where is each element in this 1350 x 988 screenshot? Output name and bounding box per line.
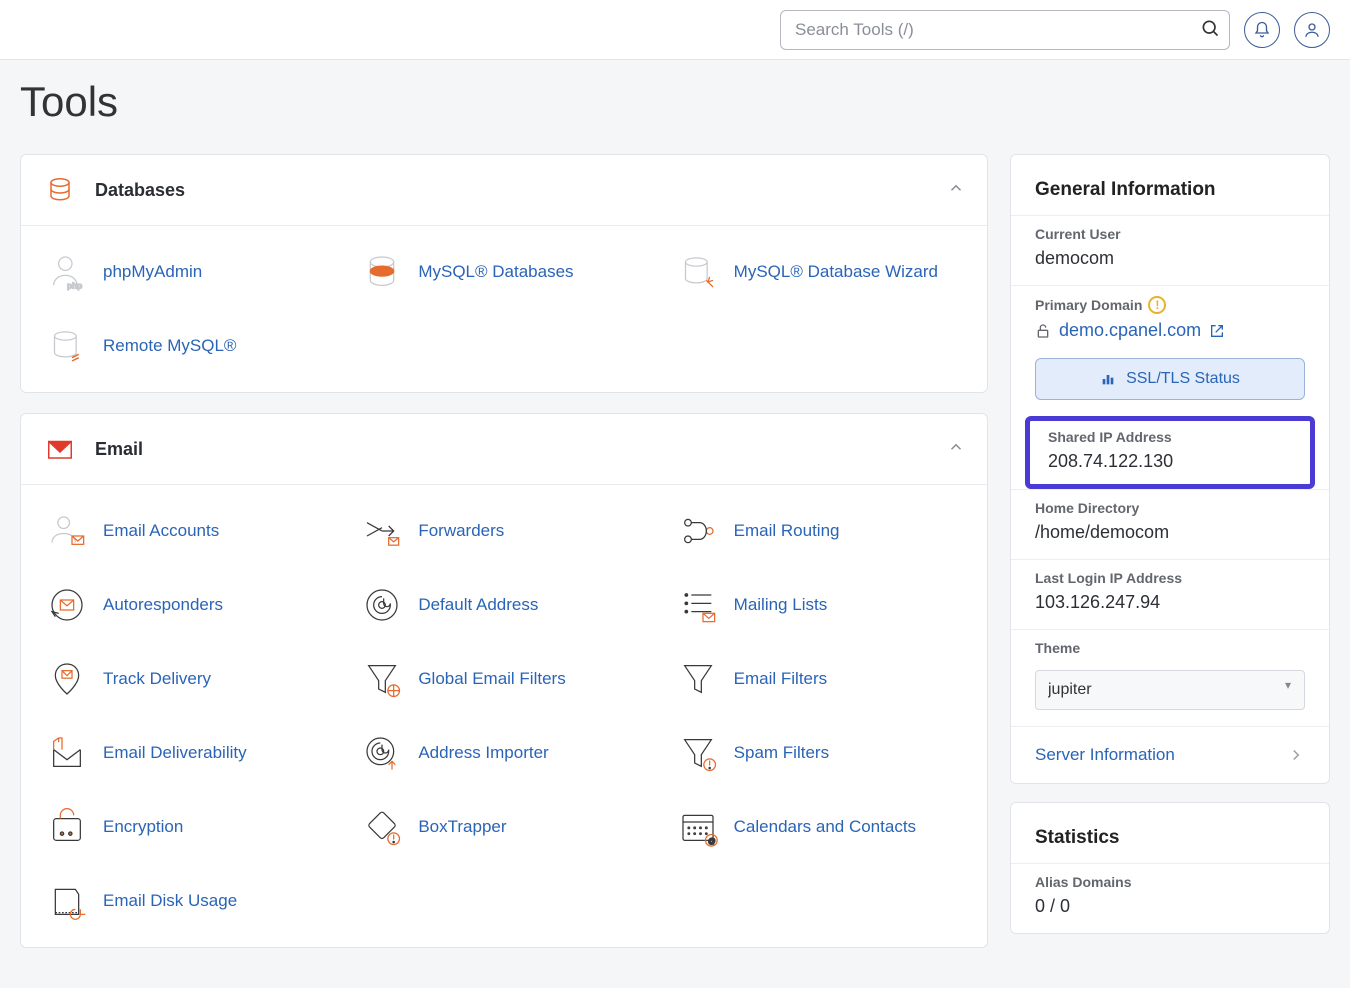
email-filters-icon [676,657,720,701]
panel-title-databases: Databases [95,180,929,201]
spam-filters-icon [676,731,720,775]
theme-block: Theme jupiter [1011,629,1329,726]
tool-phpmyadmin[interactable]: php phpMyAdmin [31,240,346,304]
svg-text:php: php [67,281,82,291]
autoresponders-icon [45,583,89,627]
top-header [0,0,1350,60]
alias-domains-block: Alias Domains 0 / 0 [1011,863,1329,933]
global-filters-icon [360,657,404,701]
bar-chart-icon [1100,371,1116,387]
warning-icon: ! [1148,296,1166,314]
tool-boxtrapper[interactable]: BoxTrapper [346,795,661,859]
current-user-block: Current User democom [1011,215,1329,285]
tool-email-disk-usage[interactable]: Email Disk Usage [31,869,346,933]
tool-address-importer[interactable]: Address Importer [346,721,661,785]
bell-icon [1253,21,1271,39]
chevron-right-icon [1287,746,1305,764]
tool-calendars-contacts[interactable]: @Calendars and Contacts [662,795,977,859]
boxtrapper-icon [360,805,404,849]
chevron-up-icon [947,438,965,461]
external-link-icon [1209,323,1225,339]
primary-domain-link[interactable]: demo.cpanel.com [1035,320,1225,341]
search-wrap [780,10,1230,50]
statistics-panel: Statistics Alias Domains 0 / 0 [1010,802,1330,934]
theme-select[interactable]: jupiter [1035,670,1305,710]
lock-open-icon [1035,323,1051,339]
tool-email-deliverability[interactable]: Email Deliverability [31,721,346,785]
tool-email-filters[interactable]: Email Filters [662,647,977,711]
deliverability-icon [45,731,89,775]
panel-header-email[interactable]: Email [21,414,987,485]
search-input[interactable] [780,10,1230,50]
shared-ip-label: Shared IP Address [1048,429,1292,445]
address-importer-icon [360,731,404,775]
tool-global-email-filters[interactable]: Global Email Filters [346,647,661,711]
ssl-status-button[interactable]: SSL/TLS Status [1035,358,1305,400]
tool-default-address[interactable]: Default Address [346,573,661,637]
alias-domains-value: 0 / 0 [1035,896,1305,917]
theme-label: Theme [1035,640,1305,656]
tool-spam-filters[interactable]: Spam Filters [662,721,977,785]
panel-email: Email Email Accounts Forwarders Email Ro… [20,413,988,948]
search-icon[interactable] [1198,18,1222,42]
panel-header-databases[interactable]: Databases [21,155,987,226]
track-delivery-icon [45,657,89,701]
mysql-wizard-icon [676,250,720,294]
tool-encryption[interactable]: Encryption [31,795,346,859]
shared-ip-highlight: Shared IP Address 208.74.122.130 [1025,416,1315,489]
default-address-icon [360,583,404,627]
last-login-value: 103.126.247.94 [1035,592,1305,613]
mysql-db-icon [360,250,404,294]
tool-track-delivery[interactable]: Track Delivery [31,647,346,711]
page-title: Tools [0,60,1350,134]
last-login-block: Last Login IP Address 103.126.247.94 [1011,559,1329,629]
general-info-title: General Information [1011,175,1329,215]
shared-ip-value: 208.74.122.130 [1048,451,1292,472]
tool-mailing-lists[interactable]: Mailing Lists [662,573,977,637]
tool-forwarders[interactable]: Forwarders [346,499,661,563]
email-icon [43,432,77,466]
chevron-up-icon [947,179,965,202]
mailing-lists-icon [676,583,720,627]
home-dir-label: Home Directory [1035,500,1305,516]
general-info-panel: General Information Current User democom… [1010,154,1330,784]
tool-mysql-wizard[interactable]: MySQL® Database Wizard [662,240,977,304]
tool-email-accounts[interactable]: Email Accounts [31,499,346,563]
alias-domains-label: Alias Domains [1035,874,1305,890]
server-information-link[interactable]: Server Information [1011,726,1329,783]
svg-text:@: @ [708,837,716,846]
encryption-icon [45,805,89,849]
statistics-title: Statistics [1011,823,1329,863]
tool-autoresponders[interactable]: Autoresponders [31,573,346,637]
database-icon [43,173,77,207]
primary-domain-block: Primary Domain ! demo.cpanel.com SSL/TLS… [1011,285,1329,416]
email-routing-icon [676,509,720,553]
tool-email-routing[interactable]: Email Routing [662,499,977,563]
home-dir-value: /home/democom [1035,522,1305,543]
notifications-button[interactable] [1244,12,1280,48]
email-accounts-icon [45,509,89,553]
tool-remote-mysql[interactable]: Remote MySQL® [31,314,346,378]
phpmyadmin-icon: php [45,250,89,294]
forwarders-icon [360,509,404,553]
user-icon [1303,21,1321,39]
primary-domain-label: Primary Domain ! [1035,296,1305,314]
remote-mysql-icon [45,324,89,368]
tools-main-column: Databases php phpMyAdmin MySQL® Database… [20,154,988,968]
current-user-value: democom [1035,248,1305,269]
last-login-label: Last Login IP Address [1035,570,1305,586]
tool-mysql-databases[interactable]: MySQL® Databases [346,240,661,304]
current-user-label: Current User [1035,226,1305,242]
home-directory-block: Home Directory /home/democom [1011,489,1329,559]
calendar-icon: @ [676,805,720,849]
account-button[interactable] [1294,12,1330,48]
panel-title-email: Email [95,439,929,460]
sidebar: General Information Current User democom… [1010,154,1330,934]
panel-databases: Databases php phpMyAdmin MySQL® Database… [20,154,988,393]
disk-usage-icon [45,879,89,923]
